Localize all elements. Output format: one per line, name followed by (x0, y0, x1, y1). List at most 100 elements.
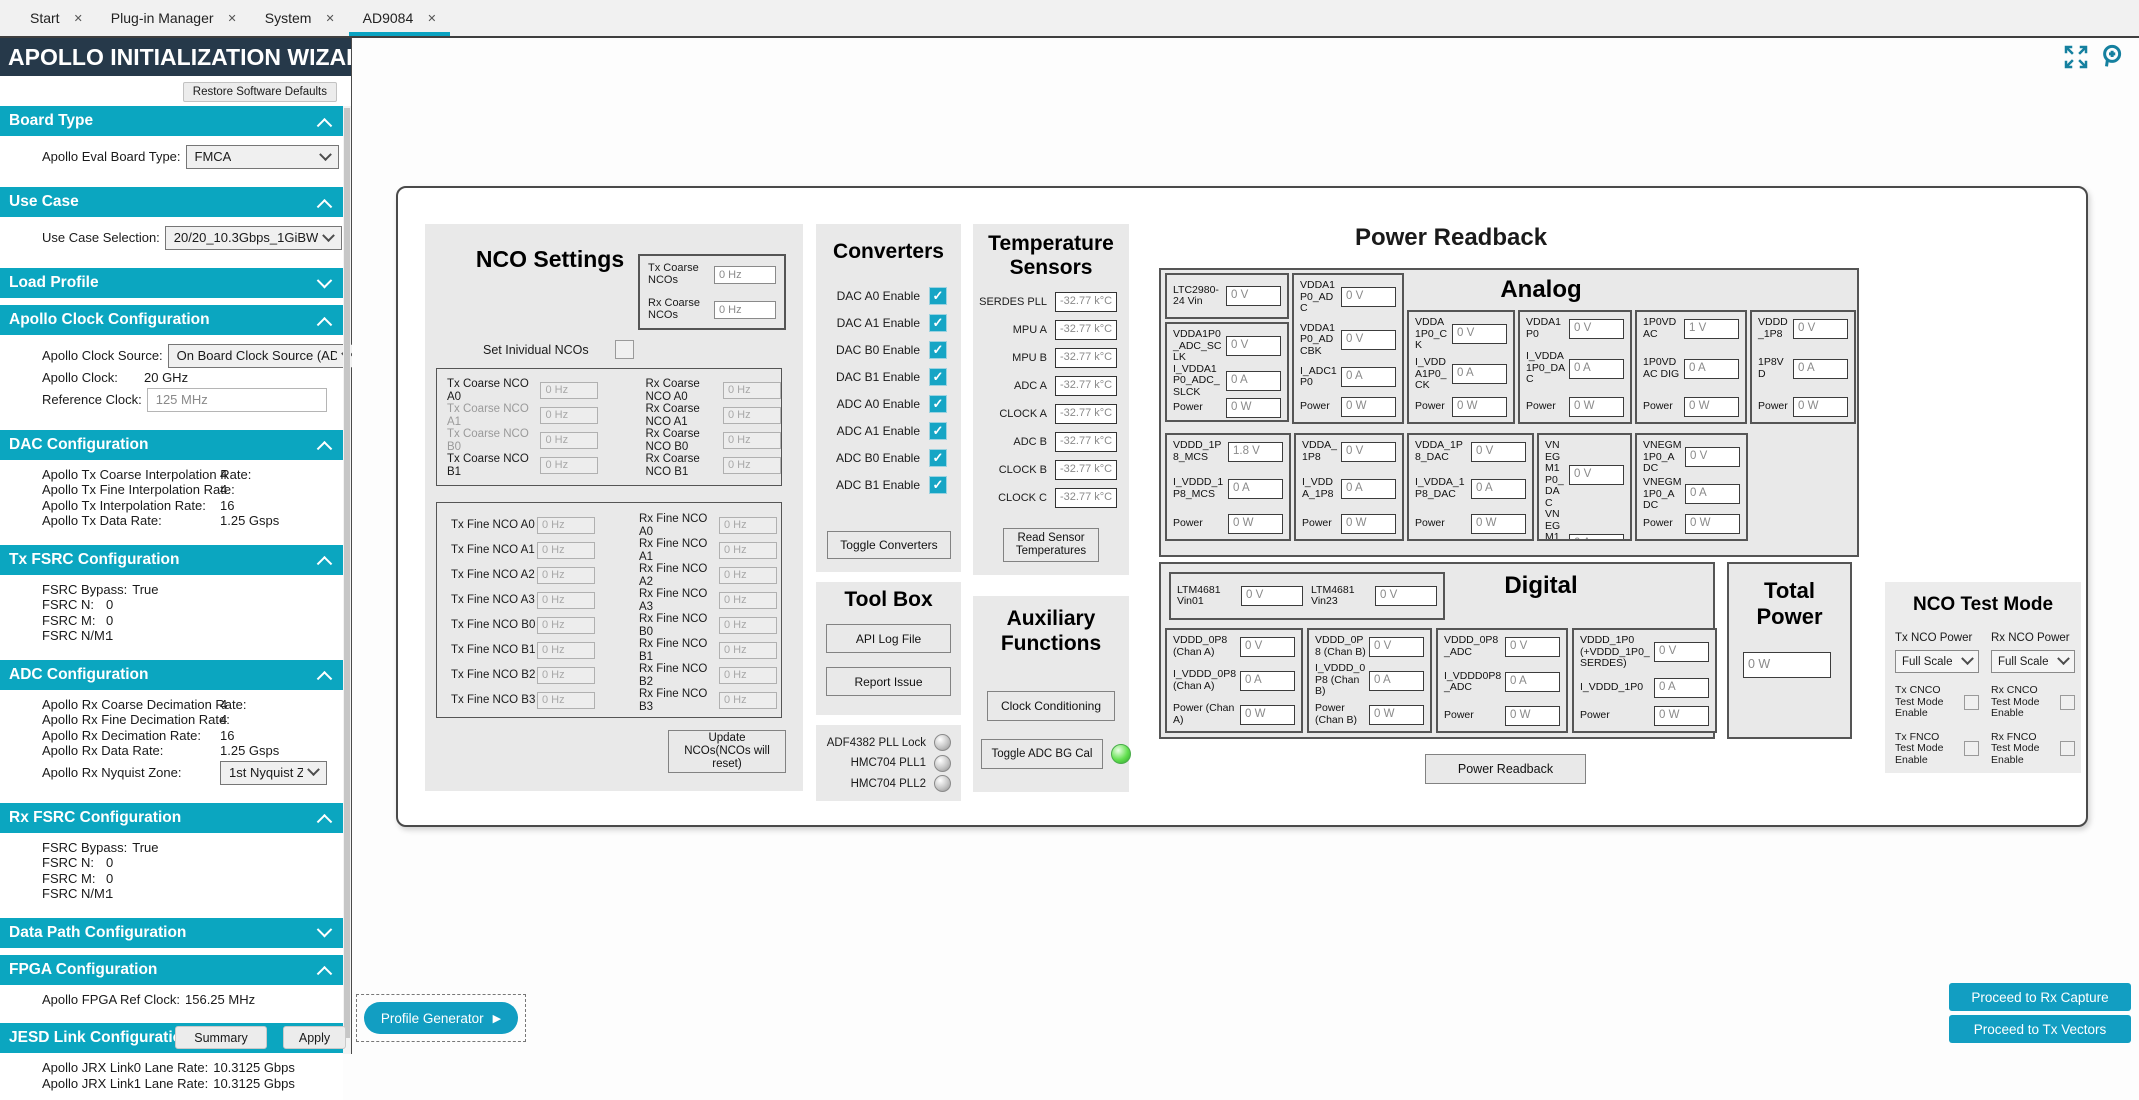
readback-label: I_VDDA_1P8 (1302, 477, 1341, 500)
converter-label: DAC A1 Enable (837, 316, 920, 330)
profile-generator-button[interactable]: Profile Generator ▶ (364, 1002, 518, 1034)
tab-system[interactable]: System✕ (251, 0, 349, 36)
set-individual-ncos-checkbox[interactable] (615, 340, 634, 359)
readback-field: 0 V (1654, 642, 1709, 662)
checkbox-dac-b0-enable[interactable]: ✓ (929, 341, 947, 359)
apply-button[interactable]: Apply (283, 1026, 346, 1049)
tab-ad9084[interactable]: AD9084✕ (349, 0, 451, 36)
dg-vin: LTM4681 Vin010 VLTM4681 Vin230 V (1169, 572, 1445, 620)
section-header-apollo-clock-configuration[interactable]: Apollo Clock Configuration (0, 305, 343, 335)
sidebar: APOLLO INITIALIZATION WIZAI ‹ Restore So… (0, 38, 352, 1054)
checkbox-tx-fnco-test-mode-enable[interactable] (1964, 741, 1979, 756)
checkbox-dac-a1-enable[interactable]: ✓ (929, 314, 947, 332)
nco-test-column: Tx NCO PowerFull ScaleTx CNCO Test Mode … (1895, 632, 1979, 766)
proceed-to-rx-capture-button[interactable]: Proceed to Rx Capture (1949, 983, 2131, 1011)
converter-label: DAC A0 Enable (837, 289, 920, 303)
section-header-board-type[interactable]: Board Type (0, 106, 343, 136)
dropdown-tx-nco-power[interactable]: Full Scale (1895, 650, 1979, 673)
restore-defaults-button[interactable]: Restore Software Defaults (183, 82, 337, 102)
config-row: Apollo Rx Decimation Rate:16 (42, 728, 339, 744)
readback-row: I_VDDA1P0_CK0 A (1415, 357, 1507, 392)
section-label: Board Type (9, 112, 93, 130)
summary-button[interactable]: Summary (175, 1026, 267, 1049)
readback-label: Power (1302, 518, 1341, 530)
scrollbar-thumb[interactable] (344, 108, 350, 1038)
readback-field: 1 V (1684, 319, 1739, 339)
dropdown-apollo-clock-source[interactable]: On Board Clock Source (ADF4 (168, 344, 361, 368)
button-report-issue[interactable]: Report Issue (826, 667, 951, 696)
zoom-in-icon[interactable] (2099, 42, 2129, 72)
close-icon[interactable]: ✕ (325, 12, 334, 25)
row-label: FSRC M: (42, 871, 106, 887)
dropdown-rx-nco-power[interactable]: Full Scale (1991, 650, 2075, 673)
readback-label: VDDA1P0_ADCBK (1300, 323, 1341, 358)
tab-start[interactable]: Start✕ (16, 0, 97, 36)
tab-plug-in-manager[interactable]: Plug-in Manager✕ (97, 0, 251, 36)
checkbox-dac-b1-enable[interactable]: ✓ (929, 368, 947, 386)
checkbox-adc-a1-enable[interactable]: ✓ (929, 422, 947, 440)
close-icon[interactable]: ✕ (74, 12, 83, 25)
input-reference-clock[interactable] (147, 388, 327, 412)
readback-field: 0 V (1685, 447, 1740, 467)
checkbox-label: Tx CNCO Test Mode Enable (1895, 685, 1961, 720)
section-body: FSRC Bypass:TrueFSRC N:0FSRC M:0FSRC N/M… (0, 575, 343, 653)
section-header-use-case[interactable]: Use Case (0, 187, 343, 217)
toggle-adc-bg-cal-button[interactable]: Toggle ADC BG Cal (981, 739, 1103, 769)
checkbox-dac-a0-enable[interactable]: ✓ (929, 287, 947, 305)
checkbox-adc-b0-enable[interactable]: ✓ (929, 449, 947, 467)
nco-test-check-row: Tx CNCO Test Mode Enable (1895, 685, 1979, 720)
dropdown-apollo-eval-board-type[interactable]: FMCA (186, 145, 339, 169)
proceed-to-tx-vectors-button[interactable]: Proceed to Tx Vectors (1949, 1015, 2131, 1043)
button-api-log-file[interactable]: API Log File (826, 624, 951, 653)
section-header-load-profile[interactable]: Load Profile (0, 268, 343, 298)
temperature-row: CLOCK C-32.77 k°C (973, 484, 1117, 512)
readback-row: VNEGM1P0_ADC0 V (1643, 440, 1740, 475)
expand-icon[interactable] (2061, 42, 2091, 72)
section-header-data-path-configuration[interactable]: Data Path Configuration (0, 918, 343, 948)
dropdown-use-case-selection[interactable]: 20/20_10.3Gbps_1GiBW (165, 226, 343, 250)
dropdown-apollo-rx-nyquist-zone[interactable]: 1st Nyquist Zor (220, 761, 327, 785)
power-group: VDDD_1P80 V1P8VD0 APower0 W (1750, 310, 1856, 424)
converter-row: ADC A0 Enable✓ (816, 390, 947, 417)
section-header-dac-configuration[interactable]: DAC Configuration (0, 430, 343, 460)
nco-input: 0 Hz (537, 542, 595, 559)
power-readback-button[interactable]: Power Readback (1425, 754, 1586, 784)
section-header-fpga-configuration[interactable]: FPGA Configuration (0, 955, 343, 985)
conv-rows: DAC A0 Enable✓DAC A1 Enable✓DAC B0 Enabl… (816, 282, 947, 498)
toggle-converters-button[interactable]: Toggle Converters (827, 531, 951, 559)
section-header-tx-fsrc-configuration[interactable]: Tx FSRC Configuration (0, 545, 343, 575)
power-group: VDDA1P00 VI_VDDA1P0_DAC0 APower0 W (1518, 310, 1632, 424)
section-body: Apollo JRX Link0 Lane Rate:10.3125 GbpsA… (0, 1053, 343, 1100)
close-icon[interactable]: ✕ (228, 12, 237, 25)
nco-summary-input-tx-coarse-ncos[interactable] (714, 266, 776, 284)
read-sensor-temperatures-button[interactable]: Read Sensor Temperatures (1003, 528, 1099, 562)
nco-input: 0 Hz (537, 667, 595, 684)
readback-field: 0 V (1240, 637, 1295, 657)
nco-summary-input-rx-coarse-ncos[interactable] (714, 301, 776, 319)
profile-generator-label: Profile Generator (381, 1011, 484, 1026)
nt-cols: Tx NCO PowerFull ScaleTx CNCO Test Mode … (1895, 632, 2075, 766)
temperature-row: MPU B-32.77 k°C (973, 344, 1117, 372)
sidebar-scrollbar[interactable] (343, 106, 351, 1054)
readback-field: 0 V (1505, 637, 1560, 657)
clock-conditioning-button[interactable]: Clock Conditioning (987, 691, 1115, 721)
checkbox-rx-fnco-test-mode-enable[interactable] (2060, 741, 2075, 756)
chevron-up-icon (317, 814, 333, 830)
close-icon[interactable]: ✕ (427, 12, 436, 25)
checkbox-adc-b1-enable[interactable]: ✓ (929, 476, 947, 494)
section-header-adc-configuration[interactable]: ADC Configuration (0, 660, 343, 690)
checkbox-adc-a0-enable[interactable]: ✓ (929, 395, 947, 413)
section-header-rx-fsrc-configuration[interactable]: Rx FSRC Configuration (0, 803, 343, 833)
nco-input: 0 Hz (723, 457, 781, 474)
readback-row: VDDA_1P80 V (1302, 440, 1396, 463)
nco-test-check-row: Tx FNCO Test Mode Enable (1895, 732, 1979, 767)
checkbox-rx-cnco-test-mode-enable[interactable] (2060, 695, 2075, 710)
checkbox-tx-cnco-test-mode-enable[interactable] (1964, 695, 1979, 710)
nco-label: Rx Coarse NCO B1 (645, 453, 723, 478)
update-ncos-button[interactable]: Update NCOs(NCOs will reset) (668, 730, 786, 773)
temperature-row: MPU A-32.77 k°C (973, 316, 1117, 344)
readback-label: VDDD_0P8 (Chan B) (1315, 635, 1369, 658)
chevron-up-icon (317, 117, 333, 133)
converter-row: DAC B1 Enable✓ (816, 363, 947, 390)
readback-row: Power0 W (1444, 706, 1560, 726)
